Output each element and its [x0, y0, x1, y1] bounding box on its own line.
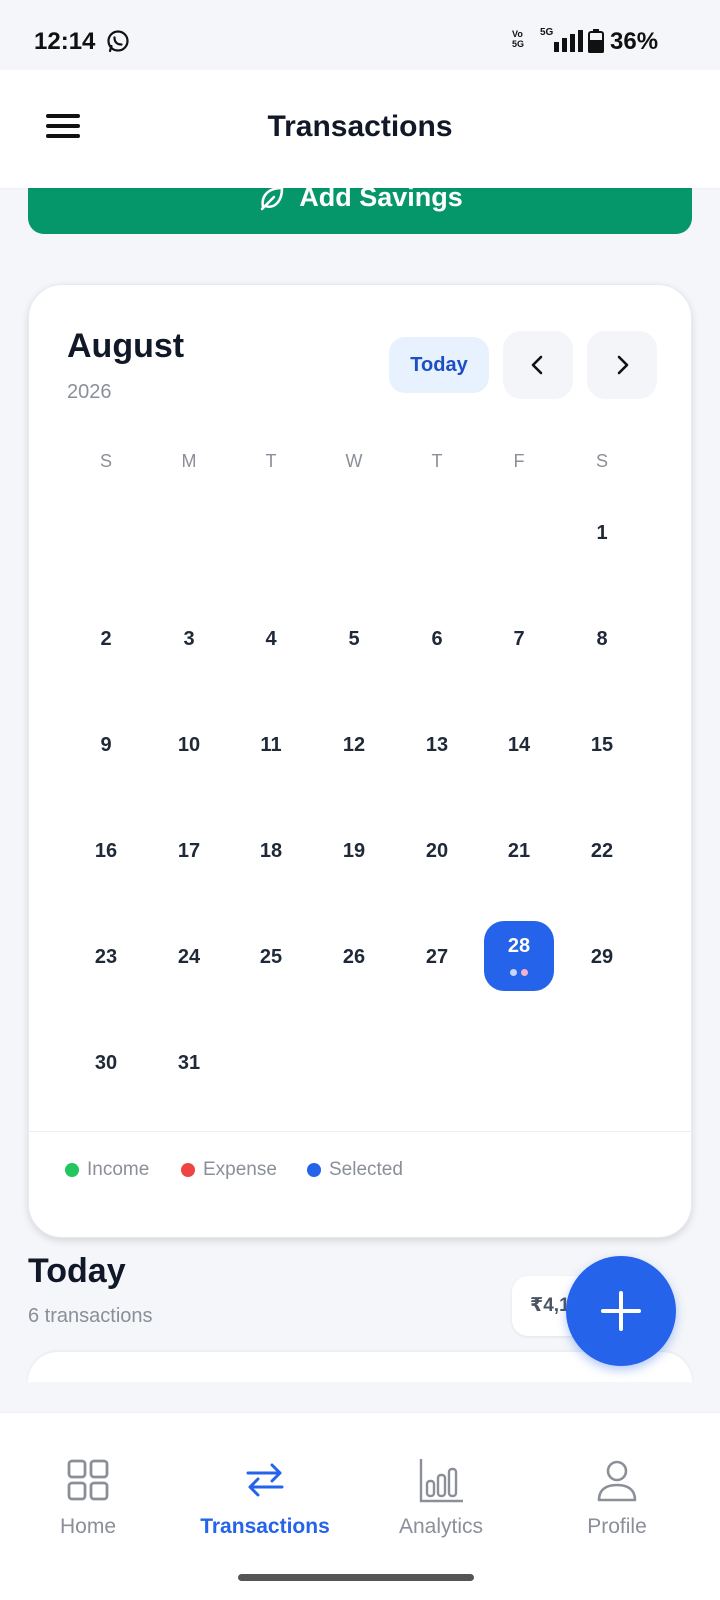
calendar-day[interactable]: 31	[159, 1052, 219, 1075]
add-transaction-fab[interactable]	[566, 1256, 676, 1366]
calendar-month: August	[67, 327, 185, 365]
selected-dot	[307, 1163, 321, 1177]
nav-label-analytics: Analytics	[398, 1515, 484, 1538]
legend-income: Income	[65, 1159, 149, 1181]
content-fade	[0, 1382, 720, 1412]
calendar-day[interactable]: 9	[76, 734, 136, 757]
volte-indicator: Vo 5G	[512, 29, 525, 49]
calendar-day[interactable]: 19	[324, 840, 384, 863]
weekday-label: M	[181, 451, 197, 471]
calendar-day[interactable]: 22	[572, 840, 632, 863]
calendar-day[interactable]: 6	[407, 628, 467, 651]
weekday-label: T	[431, 451, 443, 471]
calendar-day[interactable]: 7	[489, 628, 549, 651]
bottom-navigation: Home Transactions Analytics Profile	[0, 1412, 720, 1600]
legend-expense-label: Expense	[203, 1159, 277, 1180]
calendar-day-selected[interactable]: 28	[484, 921, 554, 991]
calendar-day[interactable]: 14	[489, 734, 549, 757]
weekday-label: F	[513, 451, 525, 471]
income-dot	[65, 1163, 79, 1177]
calendar-day[interactable]: 3	[159, 628, 219, 651]
calendar-day[interactable]: 10	[159, 734, 219, 757]
calendar-day[interactable]: 15	[572, 734, 632, 757]
calendar-day[interactable]: 24	[159, 946, 219, 969]
status-time: 12:14	[34, 28, 96, 55]
chevron-right-icon	[617, 355, 629, 375]
calendar-day[interactable]: 2	[76, 628, 136, 651]
calendar-day[interactable]: 27	[407, 946, 467, 969]
calendar-day[interactable]: 16	[76, 840, 136, 863]
calendar-day[interactable]: 11	[241, 734, 301, 757]
calendar-card: August 2026 Today S M T W T F S 1 2 3 4 …	[28, 284, 692, 1238]
calendar-day[interactable]: 21	[489, 840, 549, 863]
nav-item-analytics[interactable]: Analytics	[361, 1457, 521, 1539]
grid-icon	[67, 1459, 109, 1501]
nav-label-profile: Profile	[587, 1515, 647, 1538]
weekday-label: S	[99, 451, 112, 471]
signal-icon	[554, 30, 583, 52]
battery-icon	[588, 29, 604, 53]
expense-dot	[181, 1163, 195, 1177]
status-bar: 12:14 Vo 5G 5G 36%	[0, 0, 720, 70]
calendar-day[interactable]: 1	[572, 522, 632, 545]
calendar-day[interactable]: 5	[324, 628, 384, 651]
transaction-count: 6 transactions	[28, 1305, 153, 1327]
card-divider	[29, 1131, 691, 1132]
battery-percentage: 36%	[610, 28, 659, 55]
previous-month-button[interactable]	[503, 331, 573, 399]
calendar-day[interactable]: 4	[241, 628, 301, 651]
weekday-label: T	[265, 451, 277, 471]
legend-expense: Expense	[181, 1159, 277, 1181]
plus-icon	[601, 1291, 641, 1331]
selected-day-number: 28	[507, 935, 531, 957]
weekday-label: W	[345, 451, 363, 471]
calendar-day[interactable]: 8	[572, 628, 632, 651]
calendar-day[interactable]: 30	[76, 1052, 136, 1075]
calendar-year: 2026	[67, 381, 112, 403]
chevron-left-icon	[531, 355, 543, 375]
nav-item-transactions[interactable]: Transactions	[185, 1457, 345, 1539]
calendar-day[interactable]: 12	[324, 734, 384, 757]
today-button[interactable]: Today	[389, 337, 489, 393]
calendar-day[interactable]: 29	[572, 946, 632, 969]
nav-item-home[interactable]: Home	[8, 1457, 168, 1539]
legend-selected: Selected	[307, 1159, 403, 1181]
activity-dot	[510, 969, 517, 976]
nav-label-transactions: Transactions	[200, 1515, 330, 1538]
calendar-day[interactable]: 17	[159, 840, 219, 863]
legend-selected-label: Selected	[329, 1159, 403, 1180]
swap-arrows-icon	[246, 1463, 284, 1497]
person-icon	[597, 1460, 637, 1502]
section-title: Today	[28, 1252, 126, 1290]
activity-dot	[521, 969, 528, 976]
calendar-day[interactable]: 25	[241, 946, 301, 969]
weekday-label: S	[595, 451, 608, 471]
nav-label-home: Home	[59, 1515, 117, 1538]
next-month-button[interactable]	[587, 331, 657, 399]
day-activity-dots	[484, 969, 554, 976]
calendar-day[interactable]: 18	[241, 840, 301, 863]
app-header: Transactions	[0, 70, 720, 188]
legend-income-label: Income	[87, 1159, 150, 1180]
home-indicator[interactable]	[238, 1574, 474, 1581]
calendar-day[interactable]: 26	[324, 946, 384, 969]
calendar-day[interactable]: 20	[407, 840, 467, 863]
whatsapp-icon	[107, 30, 129, 53]
calendar-day[interactable]: 23	[76, 946, 136, 969]
calendar-day[interactable]: 13	[407, 734, 467, 757]
nav-item-profile[interactable]: Profile	[537, 1457, 697, 1539]
page-title: Transactions	[267, 110, 453, 143]
bar-chart-icon	[419, 1459, 463, 1503]
